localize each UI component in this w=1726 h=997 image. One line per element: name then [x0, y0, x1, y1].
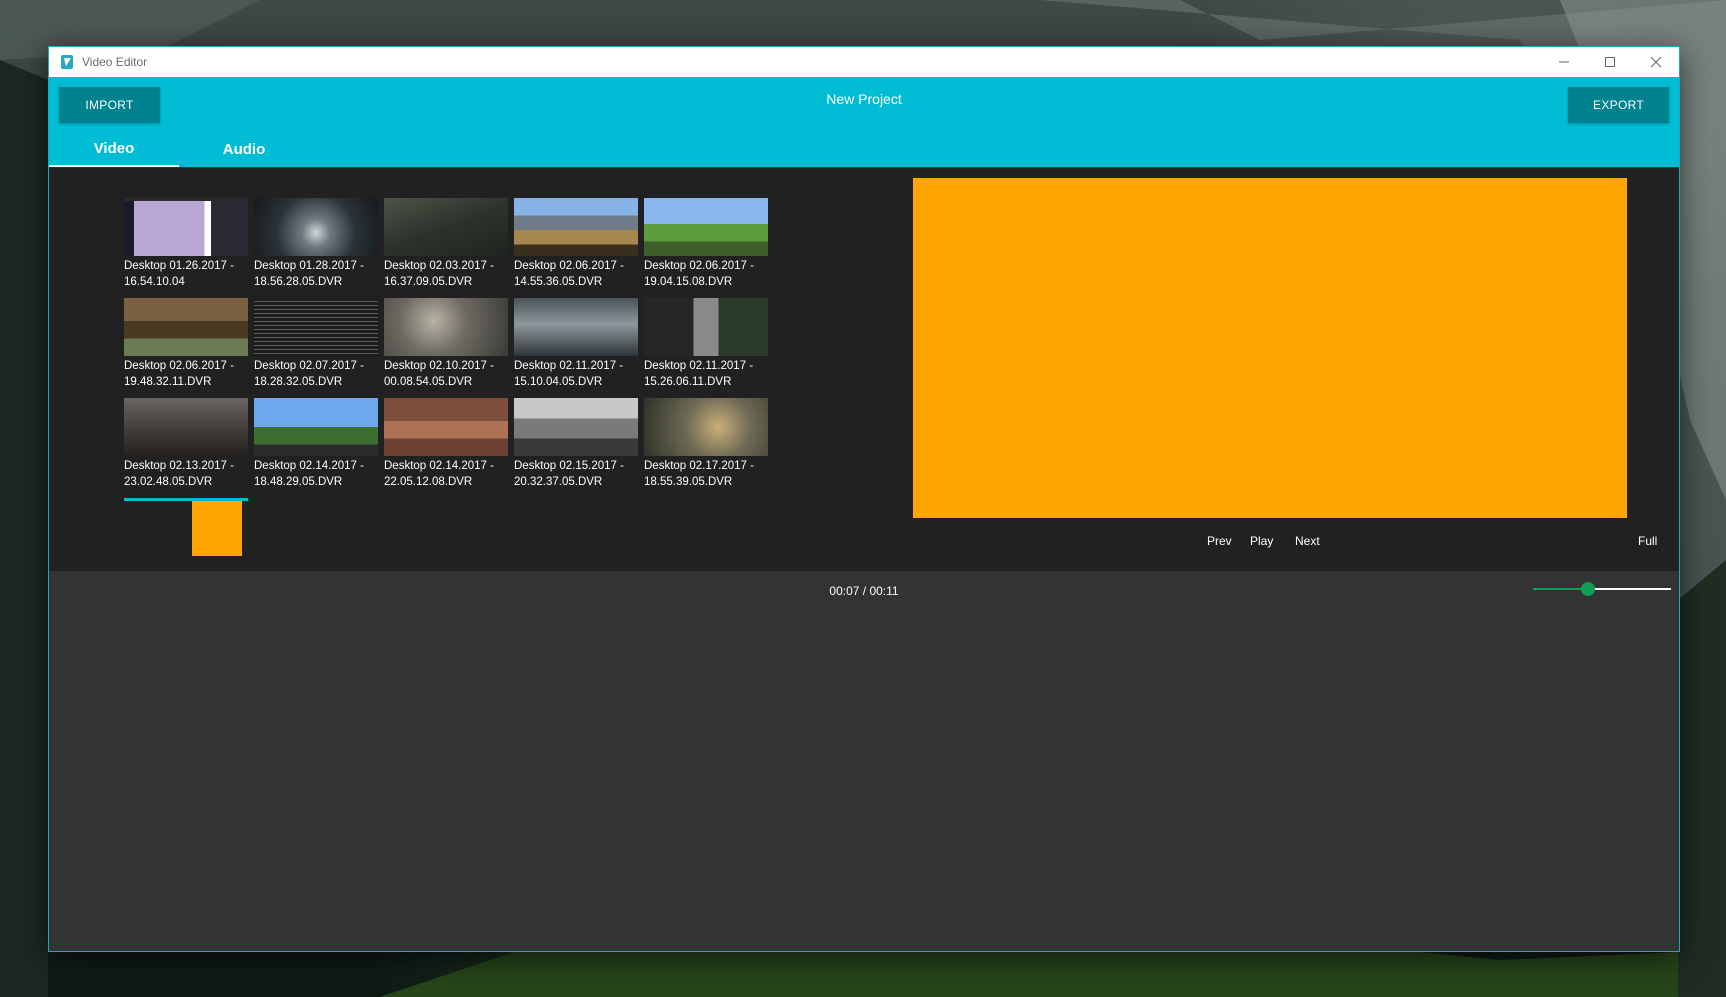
- media-thumbnail: [124, 198, 248, 256]
- media-thumbnail: [254, 398, 378, 456]
- media-item-label: Desktop 02.14.2017 - 18.48.29.05.DVR: [254, 460, 364, 488]
- media-thumbnail: [514, 198, 638, 256]
- media-thumbnail: [254, 198, 378, 256]
- project-title: New Project: [826, 91, 902, 107]
- media-thumbnail: [644, 298, 768, 356]
- media-thumbnail: [124, 398, 248, 456]
- media-item-label: Desktop 02.13.2017 - 23.02.48.05.DVR: [124, 460, 234, 488]
- title-bar: Video Editor: [49, 47, 1679, 77]
- zoom-slider[interactable]: [1533, 579, 1671, 599]
- media-item[interactable]: Desktop 02.10.2017 - 00.08.54.05.DVR: [384, 298, 508, 390]
- media-item-label: Desktop 02.17.2017 - 18.55.39.05.DVR: [644, 460, 754, 488]
- media-item-label: Desktop 02.03.2017 - 16.37.09.05.DVR: [384, 260, 494, 288]
- slider-thumb[interactable]: [1581, 582, 1596, 596]
- media-item-label: Desktop 02.06.2017 - 14.55.36.05.DVR: [514, 260, 624, 288]
- media-item-label: Desktop 02.07.2017 - 18.28.32.05.DVR: [254, 360, 364, 388]
- media-item[interactable]: Desktop 02.06.2017 - 19.48.32.11.DVR: [124, 298, 248, 390]
- playback-controls: Prev Play Next Full: [49, 534, 1679, 556]
- media-thumbnail: [514, 298, 638, 356]
- media-item[interactable]: Desktop 02.07.2017 - 18.28.32.05.DVR: [254, 298, 378, 390]
- media-item-label: Desktop 02.11.2017 - 15.10.04.05.DVR: [514, 360, 624, 388]
- media-thumbnail: [514, 398, 638, 456]
- media-item[interactable]: Desktop 02.13.2017 - 23.02.48.05.DVR: [124, 398, 248, 490]
- media-thumbnail: [644, 198, 768, 256]
- next-button[interactable]: Next: [1295, 534, 1320, 548]
- tab-video[interactable]: Video: [49, 131, 179, 167]
- export-button[interactable]: EXPORT: [1568, 87, 1669, 123]
- media-item-label: Desktop 02.14.2017 - 22.05.12.08.DVR: [384, 460, 494, 488]
- media-item-label: Desktop 02.06.2017 - 19.04.15.08.DVR: [644, 260, 754, 288]
- media-thumbnail: [384, 398, 508, 456]
- prev-button[interactable]: Prev: [1207, 534, 1232, 548]
- media-item[interactable]: Desktop 02.06.2017 - 19.04.15.08.DVR: [644, 198, 768, 290]
- app-header: IMPORT New Project EXPORT Video Audio: [49, 77, 1679, 167]
- media-item[interactable]: Desktop 02.15.2017 - 20.32.37.05.DVR: [514, 398, 638, 490]
- media-item-label: Desktop 02.10.2017 - 00.08.54.05.DVR: [384, 360, 494, 388]
- media-library-grid: Desktop 01.26.2017 - 16.54.10.04 Desktop …: [124, 198, 844, 568]
- media-item[interactable]: Desktop 02.06.2017 - 14.55.36.05.DVR: [514, 198, 638, 290]
- media-item-label: Desktop 02.15.2017 - 20.32.37.05.DVR: [514, 460, 624, 488]
- media-item[interactable]: Desktop 02.14.2017 - 18.48.29.05.DVR: [254, 398, 378, 490]
- media-item-label: Desktop 02.06.2017 - 19.48.32.11.DVR: [124, 360, 234, 388]
- minimize-icon: [1559, 61, 1569, 63]
- media-item[interactable]: Desktop 02.03.2017 - 16.37.09.05.DVR: [384, 198, 508, 290]
- timeline-panel: 00:07 / 00:11: [49, 571, 1679, 951]
- media-item[interactable]: Desktop 02.17.2017 - 18.55.39.05.DVR: [644, 398, 768, 490]
- media-thumbnail: [644, 398, 768, 456]
- media-thumbnail: [254, 298, 378, 356]
- tab-audio[interactable]: Audio: [179, 131, 309, 167]
- media-item-label: Desktop 01.26.2017 - 16.54.10.04: [124, 260, 234, 288]
- minimize-button[interactable]: [1541, 47, 1587, 77]
- media-item[interactable]: Desktop 02.14.2017 - 22.05.12.08.DVR: [384, 398, 508, 490]
- video-editor-window: Video Editor IMPORT New Project EXPORT V…: [48, 46, 1680, 952]
- media-item[interactable]: Desktop 01.26.2017 - 16.54.10.04: [124, 198, 248, 290]
- play-button[interactable]: Play: [1250, 534, 1273, 548]
- media-thumbnail: [384, 198, 508, 256]
- time-display: 00:07 / 00:11: [829, 584, 899, 598]
- media-item[interactable]: Desktop 02.11.2017 - 15.26.06.11.DVR: [644, 298, 768, 390]
- window-title: Video Editor: [82, 55, 148, 69]
- window-controls: [1541, 47, 1679, 77]
- close-icon: [1650, 56, 1662, 68]
- app-icon: [61, 55, 73, 69]
- media-thumbnail: [384, 298, 508, 356]
- video-preview[interactable]: [913, 178, 1627, 518]
- maximize-button[interactable]: [1587, 47, 1633, 77]
- editor-content: Desktop 01.26.2017 - 16.54.10.04 Desktop …: [49, 168, 1679, 571]
- fullscreen-button[interactable]: Full: [1638, 534, 1657, 548]
- media-thumbnail: [124, 298, 248, 356]
- media-item-label: Desktop 01.28.2017 - 18.56.28.05.DVR: [254, 260, 364, 288]
- slider-fill: [1533, 588, 1589, 590]
- media-item[interactable]: Desktop 01.28.2017 - 18.56.28.05.DVR: [254, 198, 378, 290]
- media-item[interactable]: Desktop 02.11.2017 - 15.10.04.05.DVR: [514, 298, 638, 390]
- media-item-label: Desktop 02.11.2017 - 15.26.06.11.DVR: [644, 360, 754, 388]
- media-tabs: Video Audio: [49, 131, 309, 167]
- close-button[interactable]: [1633, 47, 1679, 77]
- maximize-icon: [1605, 57, 1615, 67]
